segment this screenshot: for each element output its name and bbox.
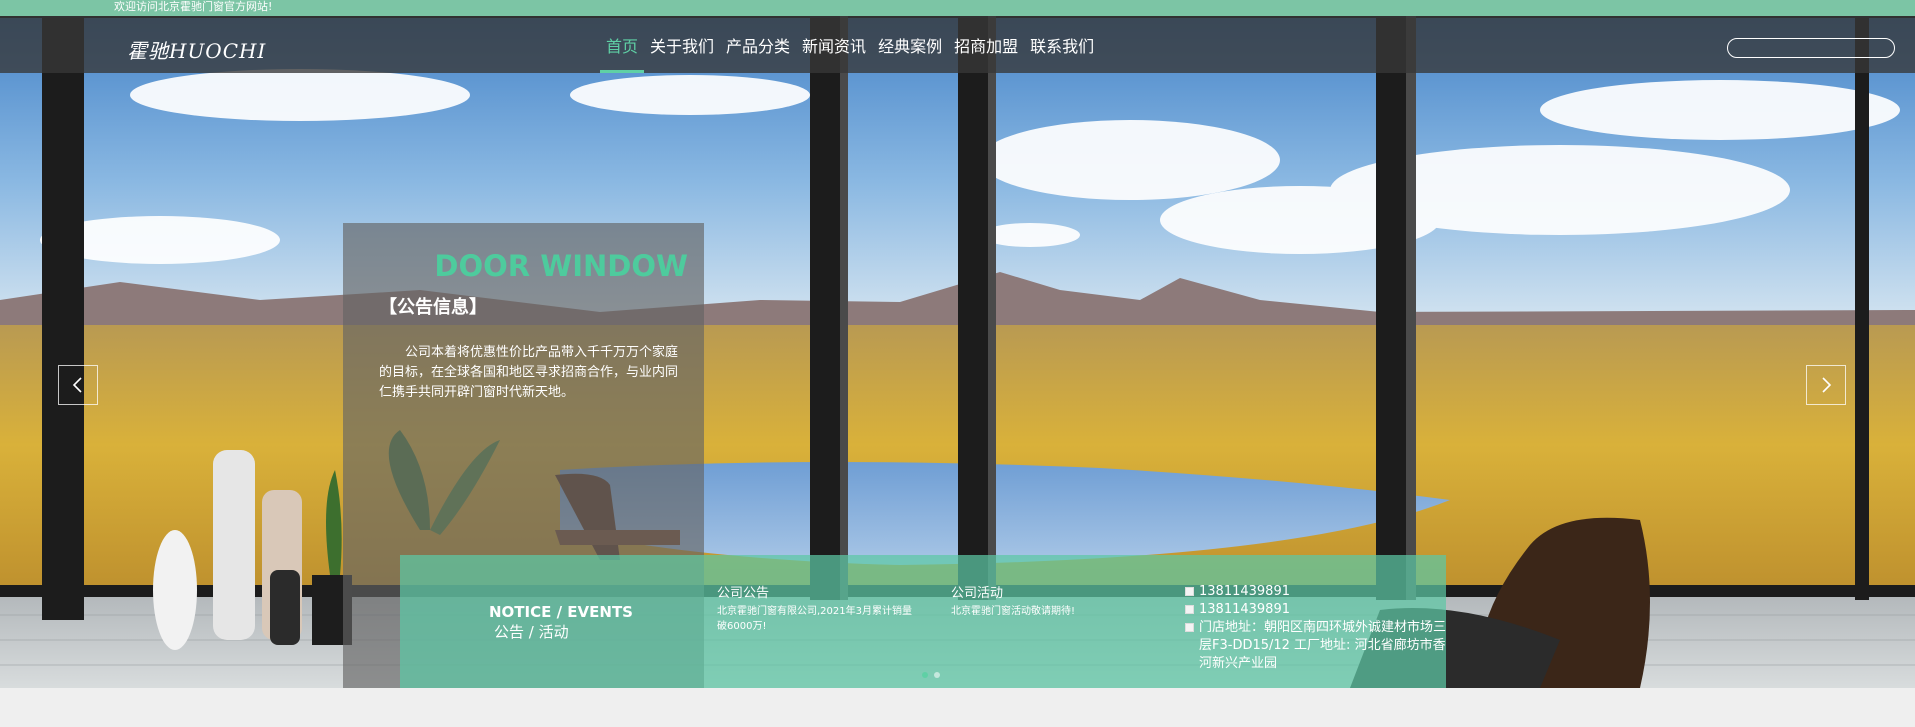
panel-heading: 【公告信息】 — [379, 297, 487, 318]
carousel-prev-button[interactable] — [58, 365, 98, 405]
broken-image-icon — [1185, 587, 1194, 596]
nav-item-about[interactable]: 关于我们 — [644, 16, 720, 73]
phone-line-2: 13811439891 — [1185, 601, 1450, 619]
nav-item-contact[interactable]: 联系我们 — [1024, 16, 1100, 73]
company-notice-heading[interactable]: 公司公告 — [717, 586, 917, 602]
company-notice-text[interactable]: 北京霍驰门窗有限公司,2021年3月累计销量破6000万! — [717, 604, 917, 634]
nav-item-news[interactable]: 新闻资讯 — [796, 16, 872, 73]
nav-item-franchise[interactable]: 招商加盟 — [948, 16, 1024, 73]
search-input[interactable] — [1727, 38, 1895, 58]
address-line: 门店地址：朝阳区南四环城外诚建材市场三层F3-DD15/12 工厂地址: 河北省… — [1185, 619, 1450, 673]
site-logo[interactable]: 霍驰HUOCHI — [127, 35, 266, 64]
section-subtitle: 公告 / 活动 — [494, 623, 569, 641]
welcome-text: 欢迎访问北京霍驰门窗官方网站! — [114, 0, 273, 13]
top-welcome-bar: 欢迎访问北京霍驰门窗官方网站! — [0, 0, 1915, 16]
carousel-next-button[interactable] — [1806, 365, 1846, 405]
company-event-text[interactable]: 北京霍驰门窗活动敬请期待! — [951, 604, 1151, 619]
company-event-block: 公司活动 北京霍驰门窗活动敬请期待! — [951, 586, 1151, 619]
broken-image-icon — [1185, 605, 1194, 614]
section-title: NOTICE / EVENTS — [489, 603, 633, 621]
carousel-dot-2[interactable] — [934, 672, 940, 678]
phone-line-1: 13811439891 — [1185, 583, 1450, 601]
address-text: 门店地址：朝阳区南四环城外诚建材市场三层F3-DD15/12 工厂地址: 河北省… — [1199, 620, 1447, 671]
carousel-dots — [922, 672, 940, 678]
panel-text: 公司本着将优惠性价比产品带入千千万万个家庭的目标，在全球各国和地区寻求招商合作，… — [379, 345, 679, 400]
nav-item-home[interactable]: 首页 — [600, 16, 645, 73]
broken-image-icon — [1185, 623, 1194, 632]
carousel-dot-1[interactable] — [922, 672, 928, 678]
panel-title: DOOR WINDOW — [434, 249, 688, 283]
notice-events-band: NOTICE / EVENTS 公告 / 活动 公司公告 北京霍驰门窗有限公司,… — [400, 555, 1446, 688]
company-notice-block: 公司公告 北京霍驰门窗有限公司,2021年3月累计销量破6000万! — [717, 586, 917, 634]
nav-item-products[interactable]: 产品分类 — [720, 16, 796, 73]
main-navbar: 霍驰HUOCHI 首页 关于我们 产品分类 新闻资讯 经典案例 招商加盟 联系我… — [0, 16, 1915, 73]
contact-info: 13811439891 13811439891 门店地址：朝阳区南四环城外诚建材… — [1185, 583, 1450, 673]
chevron-right-icon — [1822, 377, 1832, 393]
main-nav: 首页 关于我们 产品分类 新闻资讯 经典案例 招商加盟 联系我们 — [600, 16, 1100, 73]
phone-number-2: 13811439891 — [1199, 602, 1290, 617]
phone-number-1: 13811439891 — [1199, 584, 1290, 599]
chevron-left-icon — [72, 377, 82, 393]
company-event-heading[interactable]: 公司活动 — [951, 586, 1151, 602]
nav-item-cases[interactable]: 经典案例 — [872, 16, 948, 73]
